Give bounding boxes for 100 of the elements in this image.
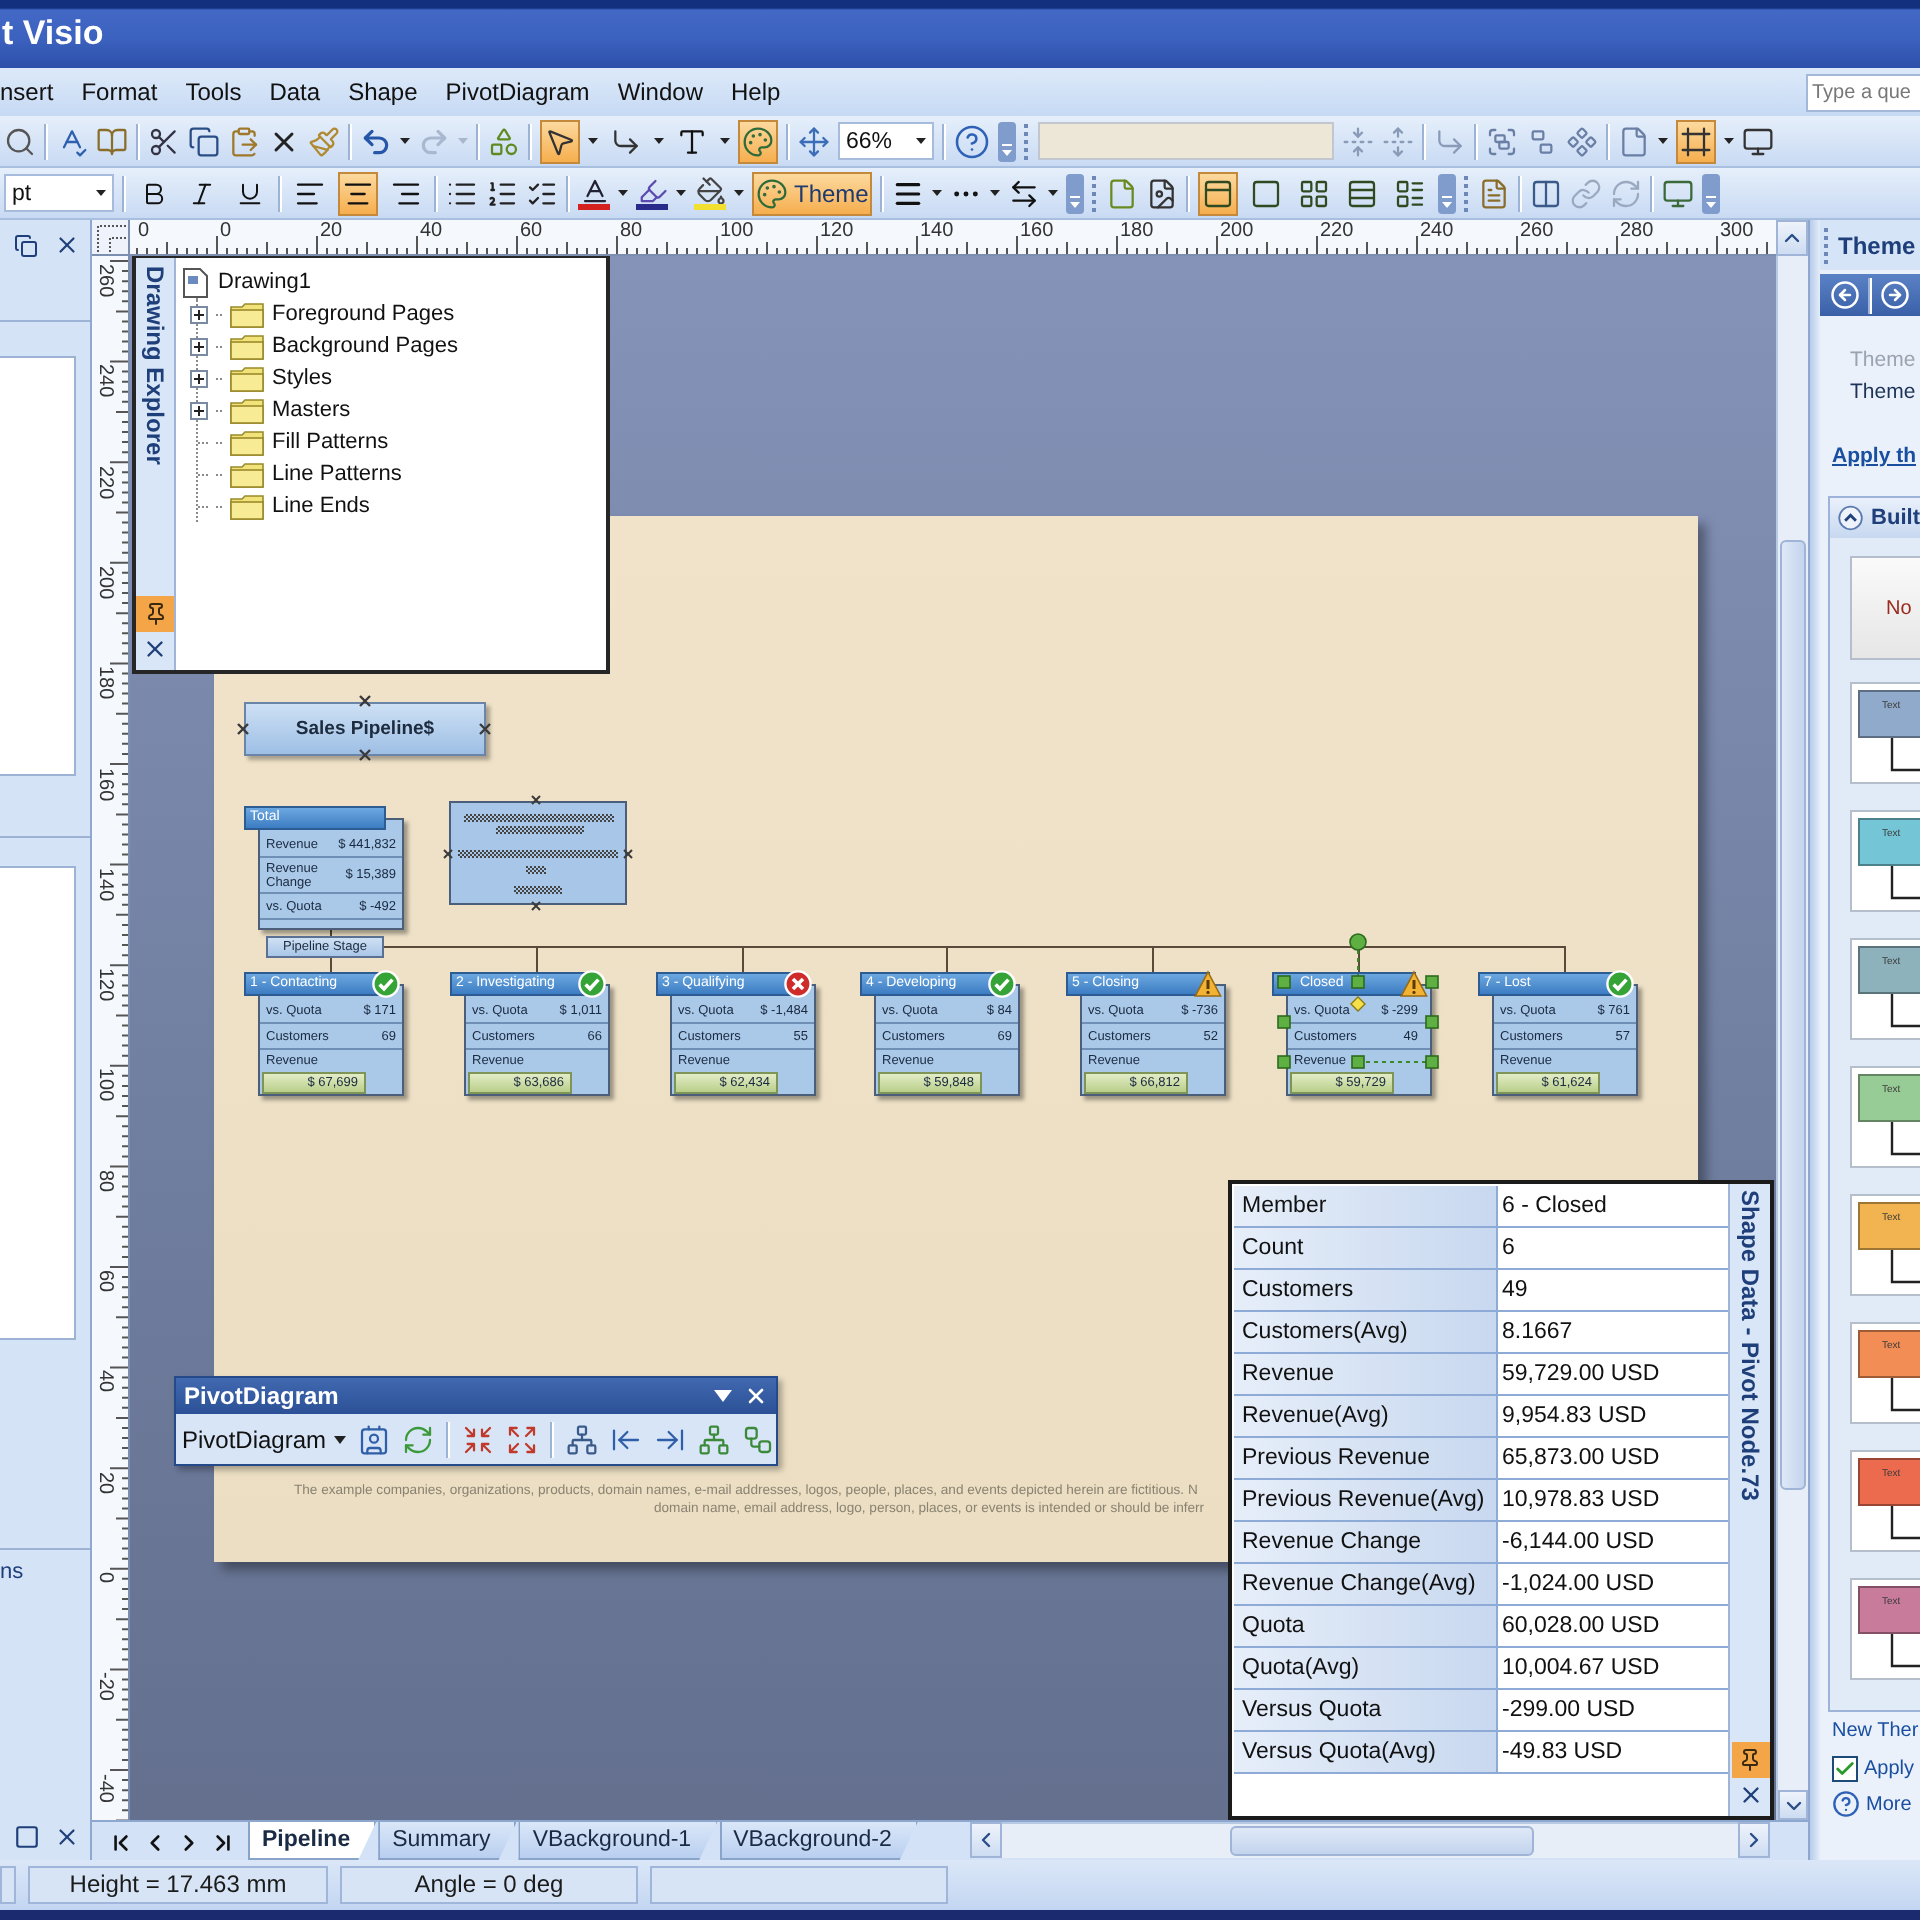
apply-link[interactable]: Apply th bbox=[1820, 444, 1920, 468]
diagram-title[interactable]: Sales Pipeline$ bbox=[244, 702, 486, 756]
arrows-inward-icon[interactable] bbox=[462, 1423, 495, 1455]
font-color-icon[interactable] bbox=[578, 176, 610, 210]
pivot-menu[interactable]: PivotDiagram bbox=[182, 1425, 347, 1453]
tree-item[interactable]: Drawing1 bbox=[218, 270, 311, 294]
scroll-up-button[interactable] bbox=[1776, 220, 1808, 256]
menu-item[interactable]: Shape bbox=[334, 74, 432, 110]
linked-squares-icon[interactable] bbox=[742, 1423, 775, 1455]
caret-icon[interactable] bbox=[654, 138, 664, 144]
hierarchy-icon[interactable] bbox=[698, 1423, 731, 1455]
grip-icon[interactable] bbox=[1092, 175, 1099, 211]
menu-item[interactable]: Data bbox=[255, 74, 335, 110]
selection-marker-icon[interactable] bbox=[478, 722, 492, 736]
grip-icon[interactable] bbox=[1024, 123, 1030, 159]
caret-icon[interactable] bbox=[1658, 138, 1668, 144]
numbered-list-icon[interactable] bbox=[486, 177, 518, 209]
new-theme-link[interactable]: New Ther bbox=[1832, 1720, 1919, 1742]
scrollbar-thumb[interactable] bbox=[1780, 540, 1806, 1490]
expand-icon[interactable] bbox=[190, 305, 208, 323]
pin-button[interactable] bbox=[136, 596, 174, 632]
menu-item[interactable]: Format bbox=[67, 74, 172, 110]
caret-icon[interactable] bbox=[916, 138, 926, 144]
close-icon[interactable] bbox=[54, 1823, 80, 1849]
pointer-tool-button[interactable] bbox=[540, 119, 580, 163]
property-value[interactable]: -299.00 USD bbox=[1498, 1690, 1728, 1730]
caret-icon[interactable] bbox=[400, 138, 410, 144]
property-value[interactable]: -6,144.00 USD bbox=[1498, 1522, 1728, 1562]
property-value[interactable]: -1,024.00 USD bbox=[1498, 1564, 1728, 1604]
ungroup-icon[interactable] bbox=[1526, 125, 1558, 157]
apply-checkbox[interactable] bbox=[1832, 1756, 1858, 1782]
expand-icon[interactable] bbox=[190, 401, 208, 419]
page-tab[interactable]: Pipeline bbox=[248, 1822, 377, 1860]
forward-icon[interactable] bbox=[1880, 280, 1910, 310]
property-value[interactable]: 10,978.83 USD bbox=[1498, 1480, 1728, 1520]
pin-button[interactable] bbox=[1731, 1742, 1769, 1778]
help-icon[interactable] bbox=[1832, 1790, 1860, 1818]
property-value[interactable]: 65,873.00 USD bbox=[1498, 1438, 1728, 1478]
property-value[interactable]: 60,028.00 USD bbox=[1498, 1606, 1728, 1646]
tree-item[interactable]: Line Patterns bbox=[272, 462, 402, 486]
property-value[interactable]: 59,729.00 USD bbox=[1498, 1354, 1728, 1394]
theme-toggle-button[interactable] bbox=[738, 119, 778, 163]
expand-icon[interactable] bbox=[190, 337, 208, 355]
scroll-left-button[interactable] bbox=[970, 1822, 1002, 1858]
arrows-outward-icon[interactable] bbox=[506, 1423, 539, 1455]
caret-icon[interactable] bbox=[932, 190, 943, 196]
page-tab[interactable]: VBackground-2 bbox=[719, 1822, 918, 1860]
undo-icon[interactable] bbox=[360, 125, 392, 157]
caret-icon[interactable] bbox=[1048, 190, 1059, 196]
font-size-field[interactable]: pt bbox=[4, 174, 114, 212]
scrollbar-thumb[interactable] bbox=[1230, 1826, 1534, 1856]
help-link[interactable]: More bbox=[1866, 1793, 1912, 1815]
close-icon[interactable] bbox=[744, 1384, 768, 1408]
grip-icon[interactable] bbox=[1824, 227, 1830, 263]
caret-icon[interactable] bbox=[734, 190, 744, 196]
property-value[interactable]: 6 - Closed bbox=[1498, 1186, 1728, 1226]
caret-icon[interactable] bbox=[96, 190, 106, 196]
back-icon[interactable] bbox=[1830, 280, 1860, 310]
help-icon[interactable] bbox=[954, 123, 990, 159]
close-icon[interactable] bbox=[54, 232, 80, 258]
line-color-icon[interactable] bbox=[636, 176, 668, 210]
menu-item[interactable]: nsert bbox=[0, 74, 68, 110]
group-icon[interactable] bbox=[1486, 125, 1518, 157]
grip-icon[interactable] bbox=[1464, 175, 1471, 211]
fill-color-icon[interactable] bbox=[694, 176, 726, 210]
property-value[interactable]: 49 bbox=[1498, 1270, 1728, 1310]
caret-icon[interactable] bbox=[990, 190, 1001, 196]
expand-icon[interactable] bbox=[190, 369, 208, 387]
move-icon[interactable] bbox=[798, 125, 830, 157]
layout-toggle-button[interactable] bbox=[1676, 119, 1716, 163]
dropdown-icon[interactable] bbox=[714, 1390, 732, 1402]
image-page-icon[interactable] bbox=[1146, 177, 1179, 209]
scissors-icon[interactable] bbox=[148, 125, 180, 157]
caret-icon[interactable] bbox=[618, 190, 628, 196]
theme-button[interactable]: Theme bbox=[752, 171, 873, 215]
zoom-field[interactable]: 66% bbox=[838, 122, 934, 160]
last-page-icon[interactable] bbox=[210, 1829, 236, 1855]
selection-marker-icon[interactable] bbox=[358, 748, 372, 762]
columns-icon[interactable] bbox=[1530, 177, 1563, 209]
hierarchy-icon[interactable] bbox=[566, 1423, 599, 1455]
menu-item[interactable]: Tools bbox=[171, 74, 256, 110]
hatched-shape-drawing[interactable] bbox=[442, 794, 634, 912]
document-icon[interactable] bbox=[1478, 177, 1511, 209]
caret-icon[interactable] bbox=[676, 190, 686, 196]
selection-marker-icon[interactable] bbox=[358, 694, 372, 708]
toolbar-options-icon[interactable] bbox=[1702, 173, 1721, 213]
page-tab[interactable]: VBackground-1 bbox=[518, 1822, 718, 1860]
tree-item[interactable]: Masters bbox=[272, 398, 351, 422]
toolbar-options-icon[interactable] bbox=[998, 121, 1016, 161]
caret-icon[interactable] bbox=[1724, 138, 1734, 144]
property-value[interactable]: 6 bbox=[1498, 1228, 1728, 1268]
align-button[interactable] bbox=[338, 171, 378, 215]
copy-icon[interactable] bbox=[188, 125, 220, 157]
monitor-icon[interactable] bbox=[1742, 125, 1774, 157]
caret-icon[interactable] bbox=[588, 138, 598, 144]
three-lines-icon[interactable] bbox=[892, 177, 925, 209]
tree-item[interactable]: Line Ends bbox=[272, 494, 370, 518]
tree-item[interactable]: Fill Patterns bbox=[272, 430, 389, 454]
first-page-icon[interactable] bbox=[108, 1829, 134, 1855]
property-value[interactable]: 9,954.83 USD bbox=[1498, 1396, 1728, 1436]
